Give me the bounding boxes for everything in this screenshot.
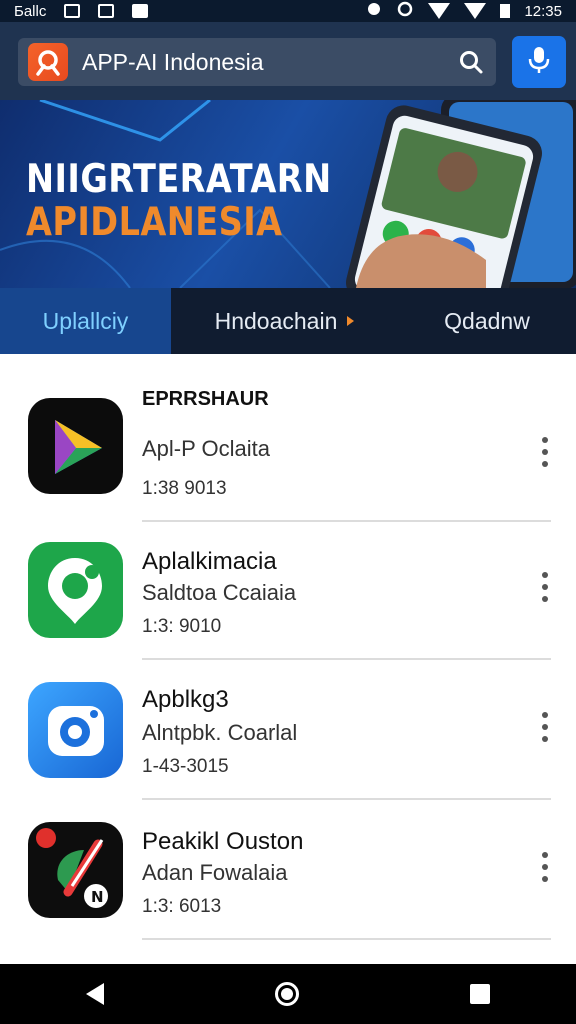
message-icon bbox=[132, 4, 149, 18]
recents-icon[interactable] bbox=[470, 984, 491, 1004]
camera-icon bbox=[28, 682, 123, 778]
back-icon[interactable] bbox=[85, 983, 104, 1005]
sync-icon bbox=[396, 0, 414, 22]
list-item-meta: 1:3: 6013 bbox=[142, 896, 222, 917]
list-item-meta: 1:38 9013 bbox=[142, 478, 227, 499]
list-item[interactable]: Apl-P Oclaita 1:38 9013 bbox=[0, 380, 576, 522]
status-bar: Баllс 12:35 bbox=[0, 0, 576, 22]
tab-arrow-icon bbox=[347, 316, 355, 326]
divider bbox=[142, 938, 551, 940]
list-item-meta: 1:3: 9010 bbox=[142, 616, 222, 637]
tab-2-label: Hndoachain bbox=[214, 307, 338, 334]
mail-icon bbox=[98, 4, 115, 18]
more-options-icon[interactable] bbox=[534, 572, 556, 602]
list-item-subtitle: Alntpbk. Coarlal bbox=[142, 720, 298, 745]
list-item-name: Apblkg3 bbox=[142, 686, 229, 713]
check-box-icon bbox=[64, 4, 81, 18]
list-item-subtitle: Saldtoa Ccaiaia bbox=[142, 580, 297, 605]
carrier-text: Баllс bbox=[14, 2, 47, 20]
search-icon[interactable] bbox=[456, 47, 486, 77]
search-input[interactable]: APP-AI Indonesia bbox=[82, 49, 456, 76]
tab-1[interactable]: Uplallciy bbox=[0, 288, 171, 354]
list-item-subtitle: Adan Fowalaia bbox=[142, 860, 288, 885]
map-pin-icon bbox=[28, 542, 123, 638]
list-item-name: Peakikl Ouston bbox=[142, 828, 304, 855]
app-list: EPRRSHAUR Apl-P Oclaita 1:38 9013 Aplalk… bbox=[0, 354, 576, 964]
list-item-meta: 1-43-3015 bbox=[142, 756, 229, 777]
tab-2[interactable]: Hndoachain bbox=[171, 288, 398, 354]
play-triangle-icon bbox=[28, 398, 123, 494]
microphone-button[interactable] bbox=[512, 36, 566, 88]
clock-time: 12:35 bbox=[524, 2, 562, 20]
system-nav-bar bbox=[0, 964, 576, 1024]
app-logo-icon bbox=[28, 43, 68, 81]
svg-text:N: N bbox=[91, 888, 104, 906]
more-options-icon[interactable] bbox=[534, 437, 556, 467]
microphone-icon bbox=[528, 45, 550, 80]
search-bar[interactable]: APP-AI Indonesia bbox=[18, 38, 496, 86]
signal-icon bbox=[464, 3, 487, 19]
app-header: APP-AI Indonesia bbox=[0, 22, 576, 100]
tab-3-label: Qdadnw bbox=[444, 307, 530, 334]
phone-illustration bbox=[346, 100, 576, 288]
notification-icon bbox=[366, 1, 382, 21]
tab-bar: Uplallciy Hndoachain Qdadnw bbox=[0, 288, 576, 354]
promo-banner[interactable]: NIIGRTERATARN APIDLANESIA bbox=[0, 100, 576, 288]
wifi-icon bbox=[428, 3, 451, 19]
pen-icon: N bbox=[28, 822, 123, 918]
list-item-subtitle: Apl-P Oclaita bbox=[142, 436, 270, 461]
tab-1-label: Uplallciy bbox=[42, 307, 129, 334]
list-item[interactable]: Aplalkimacia Saldtoa Ccaiaia 1:3: 9010 bbox=[0, 522, 576, 662]
list-item[interactable]: Apblkg3 Alntpbk. Coarlal 1-43-3015 bbox=[0, 660, 576, 800]
banner-title: NIIGRTERATARN bbox=[26, 157, 332, 202]
list-item-name: Aplalkimacia bbox=[142, 548, 277, 575]
more-options-icon[interactable] bbox=[534, 712, 556, 742]
home-icon[interactable] bbox=[274, 982, 299, 1006]
more-options-icon[interactable] bbox=[534, 852, 556, 882]
list-item[interactable]: N Peakikl Ouston Adan Fowalaia 1:3: 6013 bbox=[0, 800, 576, 940]
battery-icon bbox=[500, 4, 511, 18]
tab-3[interactable]: Qdadnw bbox=[398, 288, 576, 354]
banner-subtitle: APIDLANESIA bbox=[26, 200, 283, 245]
